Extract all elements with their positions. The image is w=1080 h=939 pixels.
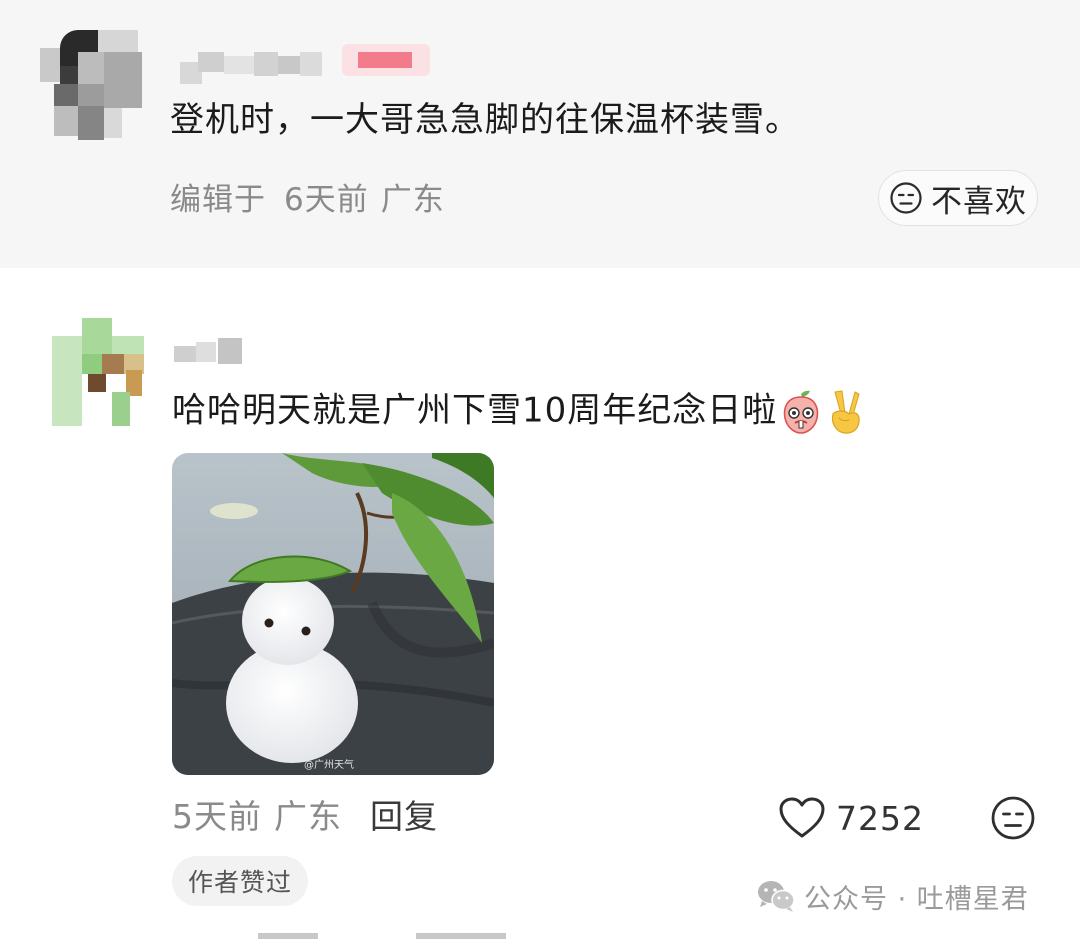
like-count: 7252 — [836, 798, 924, 838]
like-button[interactable]: 7252 — [778, 795, 924, 841]
dislike-label: 不喜欢 — [931, 183, 1027, 220]
edited-label: 编辑于 — [170, 182, 266, 218]
account-watermark: 公众号 · 吐槽星君 — [756, 874, 1029, 918]
avatar[interactable] — [40, 30, 144, 140]
comment-time: 5天前 — [172, 797, 262, 836]
image-watermark: @广州天气 — [304, 760, 354, 771]
comment-image[interactable]: @广州天气 — [172, 453, 494, 775]
reply-button[interactable]: 回复 — [370, 797, 438, 836]
comment-time: 6天前 — [284, 182, 369, 218]
comment-location: 广东 — [380, 182, 445, 218]
dislike-button[interactable]: 不喜欢 — [878, 170, 1038, 226]
heart-icon — [779, 797, 825, 838]
next-comment-cutoff — [240, 930, 570, 939]
peach-emoji — [784, 390, 819, 434]
comment-meta: 5天前 广东 回复 — [172, 796, 456, 838]
comment-text-body: 哈哈明天就是广州下雪10周年纪念日啦 — [172, 390, 778, 431]
victory-hand-emoji — [832, 390, 860, 434]
avatar[interactable] — [52, 318, 144, 426]
wechat-icon — [758, 881, 795, 912]
meh-face-icon[interactable] — [990, 795, 1036, 841]
comment-location: 广东 — [274, 797, 342, 836]
comment-text: 登机时，一大哥急急脚的往保温杯装雪。 — [170, 100, 800, 140]
comment-meta: 编辑于 6天前 广东 — [170, 180, 463, 220]
comment-page: 登机时，一大哥急急脚的往保温杯装雪。 编辑于 6天前 广东 不喜欢 哈哈明天就是… — [0, 0, 1080, 939]
comment-card-1: 登机时，一大哥急急脚的往保温杯装雪。 编辑于 6天前 广东 不喜欢 — [0, 0, 1080, 268]
author-liked-badge: 作者赞过 — [172, 856, 309, 906]
user-badge-redacted — [342, 44, 430, 76]
comment-text: 哈哈明天就是广州下雪10周年纪念日啦 — [172, 388, 867, 436]
snowman-photo — [172, 453, 494, 775]
meh-face-icon — [890, 182, 922, 214]
watermark-text: 公众号 · 吐槽星君 — [804, 883, 1029, 915]
